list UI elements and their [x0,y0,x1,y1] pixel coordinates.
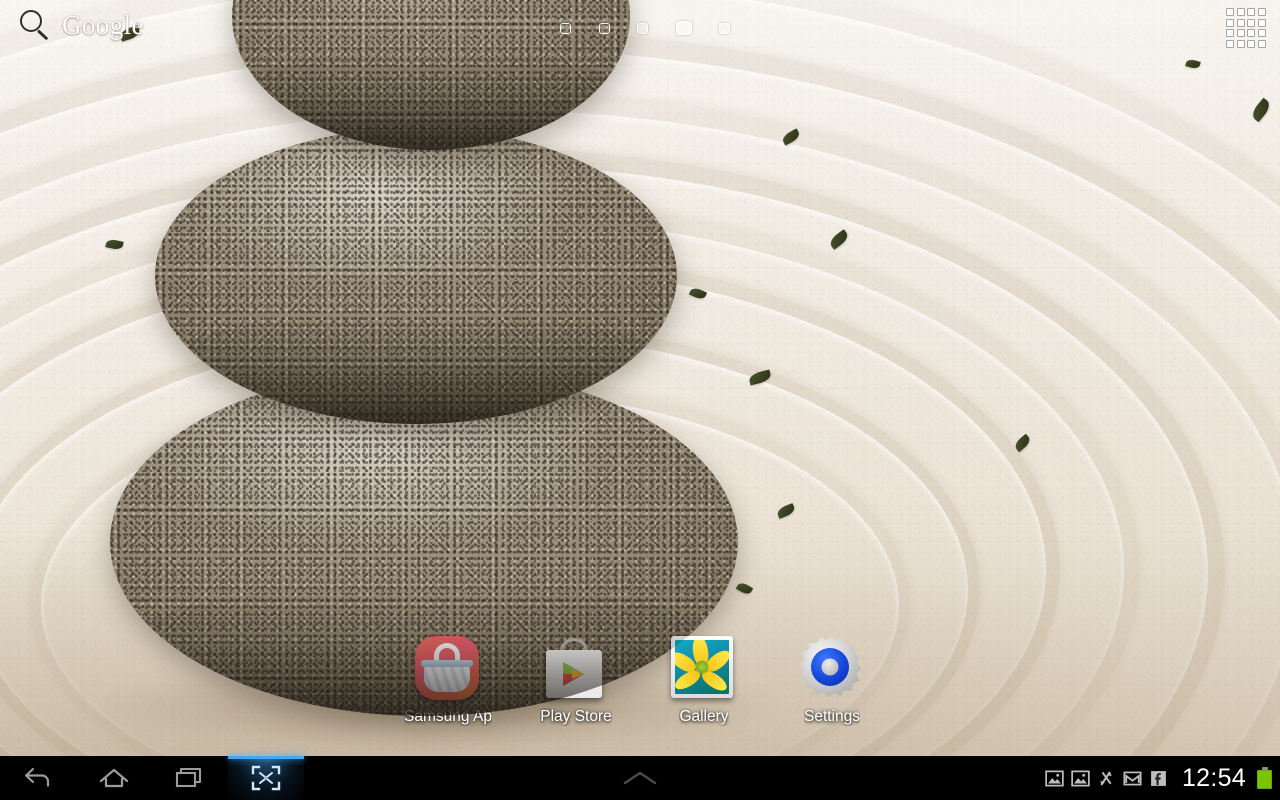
screenshot-button[interactable] [228,756,304,800]
battery-full-icon [1257,767,1272,789]
screenshot-captured-icon [1071,770,1090,786]
status-clock: 12:54 [1181,763,1246,792]
screen-capture-icon [251,765,281,791]
search-icon[interactable] [18,8,52,42]
recent-apps-icon [175,767,202,788]
sync-transfer-icon [1100,770,1112,786]
dock-label-settings: Settings [803,708,860,725]
recent-apps-button[interactable] [152,756,228,800]
page-indicator-dot-1[interactable] [560,22,571,34]
wallpaper [0,0,1280,756]
apps-grid-icon[interactable] [1226,8,1266,48]
nav-buttons [0,756,304,800]
dock-label-play-store: Play Store [540,708,612,725]
dock-label-gallery: Gallery [679,708,729,725]
status-area[interactable]: 12:54 [1045,756,1272,800]
home-icon [99,768,129,788]
page-indicators [560,18,730,38]
page-indicator-dot-5[interactable] [719,22,730,34]
google-wordmark: Google [62,9,144,40]
system-navigation-bar: 12:54 [0,756,1280,800]
facebook-icon [1151,770,1166,786]
chevron-up-icon[interactable] [620,769,660,787]
home-screen: Google Samsung Ap Play Store Gallery Set… [0,0,1280,800]
page-indicator-dot-2[interactable] [598,22,610,34]
gmail-icon [1123,771,1142,785]
page-indicator-dot-4-active[interactable] [675,21,692,35]
page-indicator-dot-3[interactable] [637,22,648,34]
screenshot-captured-icon [1045,770,1064,786]
settings-gear-icon[interactable] [799,636,865,702]
back-arrow-icon [24,767,50,787]
back-button[interactable] [0,756,76,800]
google-search-widget[interactable]: Google [10,3,152,47]
stone-stack [0,0,780,756]
home-button[interactable] [76,756,152,800]
stone-middle [155,128,677,424]
dock-item-settings[interactable]: Settings [776,636,888,726]
